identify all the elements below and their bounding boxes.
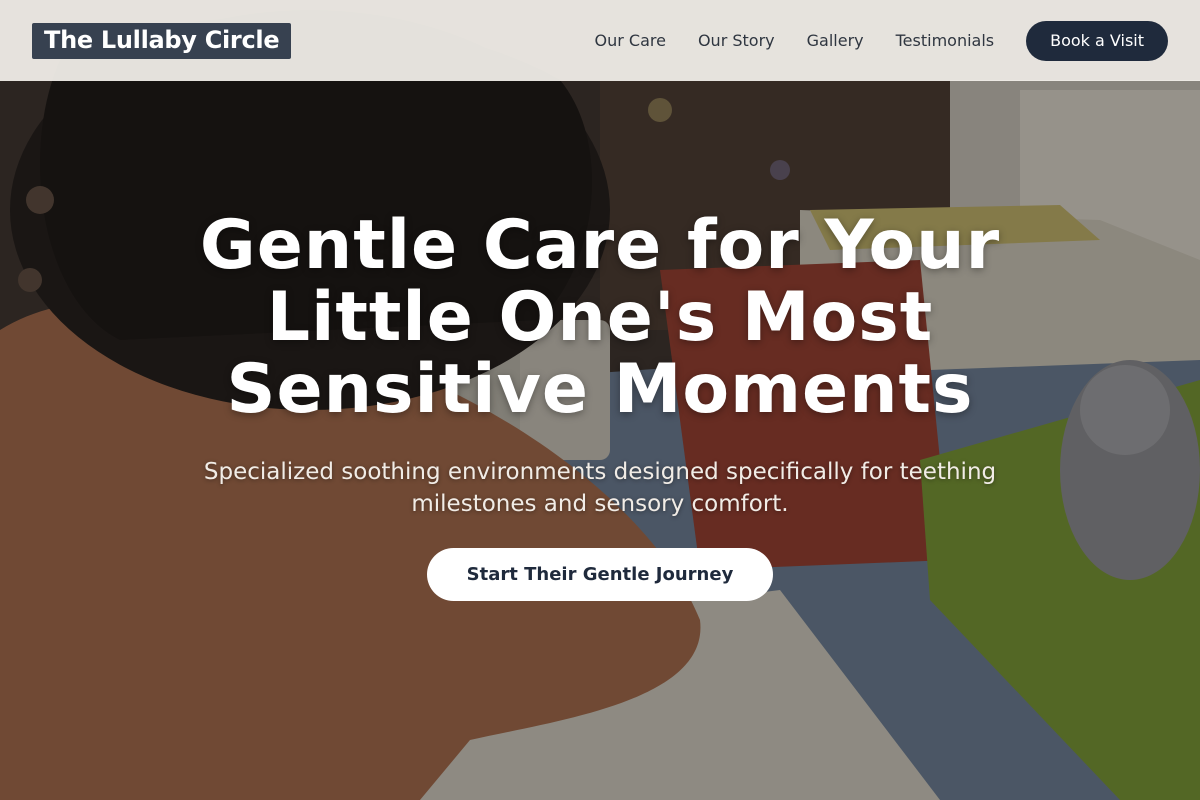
nav-gallery[interactable]: Gallery bbox=[807, 31, 864, 50]
main-nav: Our Care Our Story Gallery Testimonials bbox=[595, 31, 995, 50]
site-header: The Lullaby Circle Our Care Our Story Ga… bbox=[0, 0, 1200, 81]
hero-section: Gentle Care for Your Little One's Most S… bbox=[0, 210, 1200, 601]
start-journey-button[interactable]: Start Their Gentle Journey bbox=[426, 548, 774, 601]
nav-our-care[interactable]: Our Care bbox=[595, 31, 666, 50]
hero-title: Gentle Care for Your Little One's Most S… bbox=[199, 206, 1001, 429]
site-logo[interactable]: The Lullaby Circle bbox=[32, 22, 292, 59]
nav-our-story[interactable]: Our Story bbox=[698, 31, 775, 50]
nav-testimonials[interactable]: Testimonials bbox=[896, 31, 995, 50]
hero-subtitle: Specialized soothing environments design… bbox=[203, 459, 997, 517]
book-visit-button[interactable]: Book a Visit bbox=[1026, 20, 1168, 61]
